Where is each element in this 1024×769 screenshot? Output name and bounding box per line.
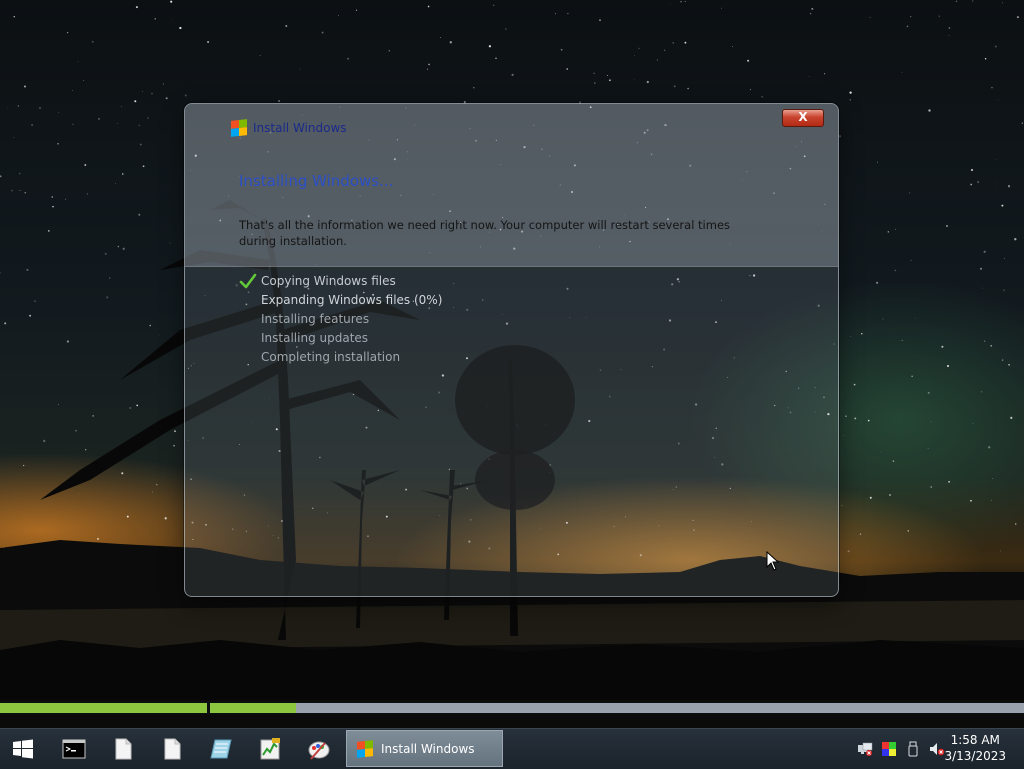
step-installing-updates: Installing updates — [239, 329, 442, 348]
step-label: Installing updates — [261, 331, 369, 345]
taskbar: Install Windows 1:58 AM 3/13/2023 — [0, 728, 1024, 769]
window-title-bar: Install Windows — [231, 119, 347, 137]
windows-start-icon[interactable] — [12, 738, 34, 760]
step-label: Completing installation — [261, 350, 401, 364]
taskbar-item-label: Install Windows — [381, 741, 475, 756]
notepad-icon[interactable] — [209, 737, 233, 761]
step-label: Installing features — [261, 312, 370, 326]
step-installing-features: Installing features — [239, 310, 442, 329]
system-clock[interactable]: 1:58 AM 3/13/2023 — [944, 732, 1006, 764]
network-icon[interactable] — [857, 741, 873, 757]
step-label: Copying Windows files — [261, 274, 396, 288]
clock-date: 3/13/2023 — [944, 749, 1006, 763]
checkmark-icon — [239, 273, 257, 289]
document-icon[interactable] — [111, 737, 135, 761]
window-title: Install Windows — [253, 121, 347, 135]
info-text: That's all the information we need right… — [239, 218, 731, 248]
mouse-cursor-icon — [766, 551, 780, 571]
progress-fill — [0, 703, 207, 713]
step-completing-installation: Completing installation — [239, 348, 442, 367]
page-heading: Installing Windows... — [239, 172, 394, 190]
progress-fill — [210, 703, 297, 713]
progress-segment-collecting — [0, 703, 207, 713]
windows-flag-icon — [357, 739, 373, 758]
taskbar-item-install-windows[interactable]: Install Windows — [346, 730, 503, 767]
step-copying-files: Copying Windows files — [239, 272, 442, 291]
task-manager-icon[interactable] — [258, 737, 282, 761]
usb-drive-icon[interactable] — [906, 741, 922, 757]
display-icon[interactable] — [881, 741, 897, 757]
clock-time: 1:58 AM — [950, 733, 1000, 747]
progress-segment-installing — [210, 703, 1024, 713]
close-button[interactable]: X — [782, 109, 824, 127]
document-icon[interactable] — [160, 737, 184, 761]
setup-progress-bar — [0, 702, 1024, 714]
step-label: Expanding Windows files (0%) — [261, 293, 443, 307]
volume-muted-icon[interactable] — [929, 741, 945, 757]
step-expanding-files: Expanding Windows files (0%) — [239, 291, 442, 310]
paint-icon[interactable] — [307, 737, 331, 761]
install-steps: Copying Windows files Expanding Windows … — [239, 272, 442, 367]
install-windows-window: Install Windows X Installing Windows... … — [184, 103, 839, 597]
command-prompt-icon[interactable] — [62, 737, 86, 761]
windows-flag-icon — [231, 119, 247, 137]
